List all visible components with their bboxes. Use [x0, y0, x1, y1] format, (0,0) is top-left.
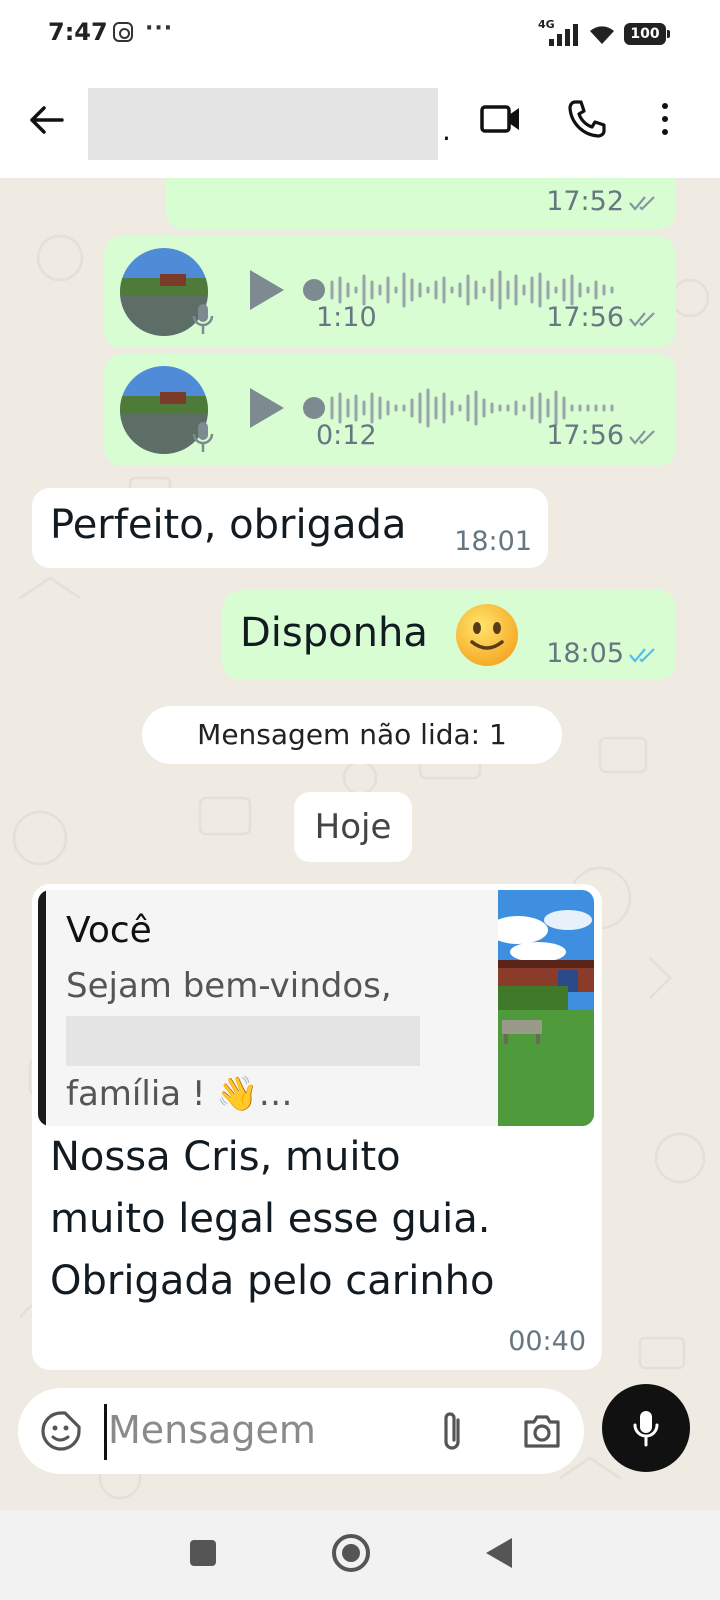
voice-call-icon[interactable] — [566, 98, 608, 140]
system-navigation-bar — [0, 1510, 720, 1600]
message-time: 17:52 — [546, 186, 624, 217]
microphone-icon — [633, 1411, 659, 1447]
quoted-author: Você — [66, 910, 152, 951]
message-text: Perfeito, obrigada — [50, 502, 407, 548]
play-button[interactable] — [250, 388, 284, 428]
message-composer[interactable]: Mensagem — [18, 1388, 584, 1474]
more-notifications-icon: ··· — [145, 16, 174, 41]
paperclip-icon[interactable] — [438, 1408, 468, 1454]
double-tick-read-icon — [629, 648, 655, 663]
signal-icon — [549, 24, 578, 46]
message-time: 18:01 — [454, 526, 532, 557]
message-bubble-incoming[interactable]: Perfeito, obrigada 18:01 — [32, 488, 548, 568]
record-voice-button[interactable] — [602, 1384, 690, 1472]
sticker-icon[interactable] — [40, 1410, 82, 1452]
chat-header: . — [0, 68, 720, 178]
message-text: Disponha — [240, 610, 428, 656]
double-tick-icon — [629, 430, 655, 445]
quoted-message[interactable]: Você Sejam bem-vindos, família ! 👋… — [38, 890, 594, 1126]
battery-icon: 100 — [624, 23, 670, 45]
microphone-icon — [192, 304, 214, 334]
message-text-line: muito legal esse guia. — [50, 1196, 491, 1242]
dot-icon — [662, 103, 668, 109]
message-time: 17:56 — [546, 302, 624, 333]
chat-area[interactable]: 17:52 1:10 17:56 0:12 17:56 Perfeito, ob… — [0, 178, 720, 1510]
voice-duration: 1:10 — [316, 302, 377, 333]
status-time: 7:47 — [48, 18, 108, 46]
slightly-smiling-face-emoji — [456, 604, 518, 666]
play-button[interactable] — [250, 270, 284, 310]
dot-icon — [662, 129, 668, 135]
date-divider: Hoje — [294, 792, 412, 862]
system-back-button[interactable] — [486, 1538, 512, 1568]
message-time: 17:56 — [546, 420, 624, 451]
quoted-image-thumbnail — [498, 890, 594, 1126]
status-bar: 7:47 ··· 4G 100 — [0, 0, 720, 68]
quoted-text-line: Sejam bem-vindos, — [66, 966, 392, 1006]
instagram-notification-icon — [113, 22, 133, 42]
wifi-icon — [590, 26, 614, 44]
voice-duration: 0:12 — [316, 420, 377, 451]
text-cursor — [104, 1404, 107, 1460]
quoted-text-line: família ! 👋… — [66, 1074, 293, 1114]
dot-icon — [662, 116, 668, 122]
unread-messages-banner: Mensagem não lida: 1 — [142, 706, 562, 764]
home-button[interactable] — [332, 1534, 370, 1572]
voice-message-bubble[interactable]: 1:10 17:56 — [104, 236, 676, 348]
video-call-icon[interactable] — [480, 98, 522, 140]
message-bubble-outgoing[interactable]: 17:52 — [166, 178, 676, 230]
recent-apps-button[interactable] — [190, 1540, 216, 1566]
message-input[interactable]: Mensagem — [108, 1408, 316, 1452]
contact-name-suffix: . — [442, 114, 451, 147]
contact-name-redacted[interactable] — [88, 88, 438, 160]
voice-message-bubble[interactable]: 0:12 17:56 — [104, 354, 676, 466]
message-bubble-outgoing[interactable]: Disponha 18:05 — [222, 590, 676, 680]
overflow-menu-button[interactable] — [650, 98, 680, 140]
message-text-line: Obrigada pelo carinho — [50, 1258, 495, 1304]
message-time: 00:40 — [508, 1326, 586, 1357]
double-tick-icon — [629, 312, 655, 327]
message-time: 18:05 — [546, 638, 624, 669]
message-text-line: Nossa Cris, muito — [50, 1134, 401, 1180]
microphone-icon — [192, 422, 214, 452]
quote-accent-bar — [38, 890, 46, 1126]
back-button[interactable] — [22, 96, 70, 144]
double-tick-icon — [629, 196, 655, 211]
camera-icon[interactable] — [522, 1412, 562, 1450]
arrow-left-icon — [30, 106, 64, 134]
message-bubble-incoming-reply[interactable]: Você Sejam bem-vindos, família ! 👋… Noss… — [32, 884, 602, 1370]
quoted-text-redacted — [66, 1016, 420, 1066]
